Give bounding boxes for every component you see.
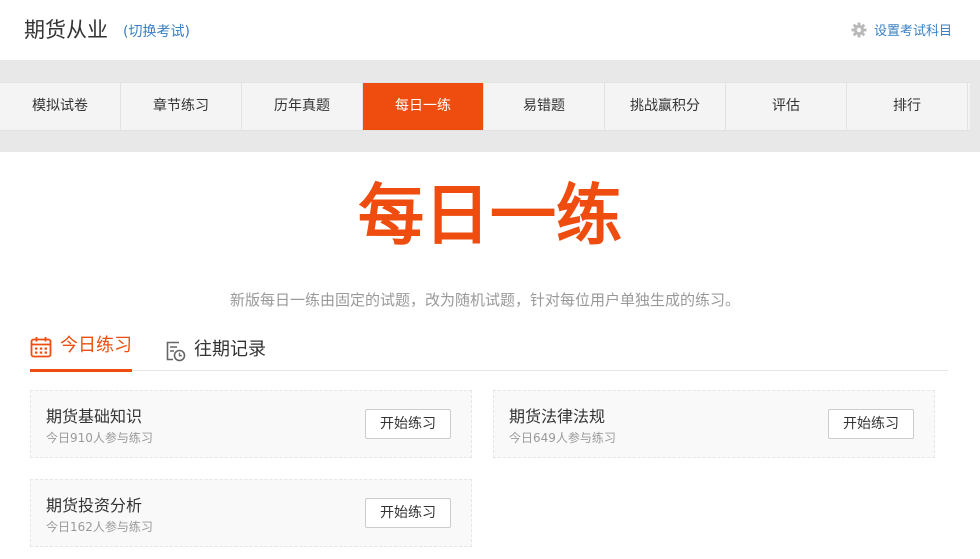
practice-card: 期货法律法规 今日649人参与练习 开始练习: [493, 390, 935, 458]
tab-ranking[interactable]: 排行: [847, 83, 968, 130]
calendar-icon: [30, 337, 52, 358]
start-practice-button[interactable]: 开始练习: [828, 409, 914, 439]
practice-subtabs: 今日练习 往期记录: [30, 332, 948, 374]
start-practice-button[interactable]: 开始练习: [365, 498, 451, 528]
hero-subtitle: 新版每日一练由固定的试题，改为随机试题，针对每位用户单独生成的练习。: [229, 291, 740, 309]
practice-card: 期货投资分析 今日162人参与练习 开始练习: [30, 479, 472, 547]
settings-label: 设置考试科目: [873, 24, 952, 39]
participant-count: 今日910人参与练习: [46, 431, 153, 445]
main-nav-tabs: 模拟试卷 章节练习 历年真题 每日一练 易错题 挑战赢积分 评估 排行: [0, 82, 970, 131]
settings-exam-subject-link[interactable]: 设置考试科目: [851, 20, 952, 39]
tab-error-prone[interactable]: 易错题: [484, 83, 605, 130]
tab-chapter-practice[interactable]: 章节练习: [121, 83, 242, 130]
start-practice-button[interactable]: 开始练习: [365, 409, 451, 439]
hero-title-graphic: 每日一练: [0, 180, 980, 254]
top-header: 期货从业 (切换考试) 设置考试科目: [0, 0, 980, 60]
hero-title-svg: 每日一练: [358, 180, 622, 250]
tab-history-records[interactable]: 往期记录: [164, 336, 266, 374]
tab-mock-exam[interactable]: 模拟试卷: [0, 83, 121, 130]
today-practice-label: 今日练习: [60, 335, 132, 356]
history-record-icon: [166, 341, 186, 362]
exam-title: 期货从业: [24, 18, 108, 42]
tab-past-papers[interactable]: 历年真题: [242, 83, 363, 130]
tab-assessment[interactable]: 评估: [726, 83, 847, 130]
tab-today-practice[interactable]: 今日练习: [30, 332, 132, 372]
hero-title: 每日一练: [358, 180, 622, 250]
subject-name: 期货法律法规: [509, 407, 606, 426]
history-records-label: 往期记录: [194, 339, 266, 360]
tab-challenge-points[interactable]: 挑战赢积分: [605, 83, 726, 130]
participant-count: 今日162人参与练习: [46, 520, 153, 534]
daily-practice-panel: 每日一练 新版每日一练由固定的试题，改为随机试题，针对每位用户单独生成的练习。 …: [0, 152, 980, 559]
participant-count: 今日649人参与练习: [509, 431, 616, 445]
gear-icon: [851, 22, 867, 37]
practice-card: 期货基础知识 今日910人参与练习 开始练习: [30, 390, 472, 458]
subject-name: 期货投资分析: [46, 496, 143, 515]
subject-name: 期货基础知识: [46, 407, 143, 426]
switch-exam-link[interactable]: (切换考试): [123, 21, 190, 41]
tab-daily-practice[interactable]: 每日一练: [363, 83, 484, 130]
